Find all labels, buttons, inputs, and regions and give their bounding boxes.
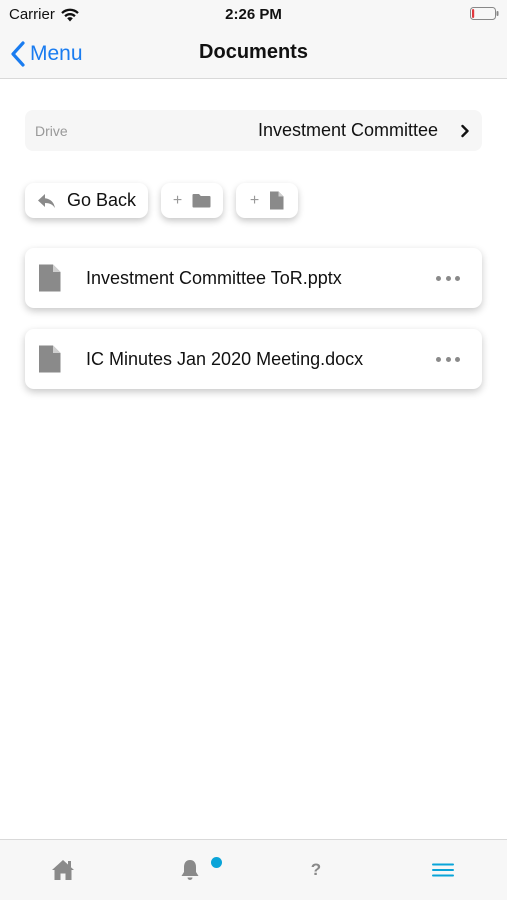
tab-bar: ? bbox=[0, 839, 507, 900]
file-icon bbox=[270, 191, 284, 210]
file-item[interactable]: IC Minutes Jan 2020 Meeting.docx bbox=[25, 329, 482, 389]
bell-icon bbox=[181, 860, 199, 880]
dot bbox=[455, 356, 460, 362]
file-name: IC Minutes Jan 2020 Meeting.docx bbox=[86, 348, 364, 369]
drive-value: Investment Committee bbox=[257, 120, 438, 140]
tab-home[interactable] bbox=[33, 840, 93, 900]
help-icon: ? bbox=[310, 860, 322, 879]
more-options-icon[interactable] bbox=[436, 274, 460, 282]
home-icon bbox=[52, 860, 74, 880]
add-file-button[interactable]: + bbox=[236, 183, 298, 218]
navigation-bar: Menu Documents bbox=[0, 28, 507, 79]
hamburger-icon bbox=[432, 863, 454, 877]
more-options-icon[interactable] bbox=[436, 355, 460, 363]
dot bbox=[445, 275, 451, 281]
file-icon bbox=[39, 264, 61, 292]
tab-menu[interactable] bbox=[413, 840, 473, 900]
dot bbox=[436, 356, 441, 362]
battery-icon bbox=[470, 7, 499, 20]
file-name: Investment Committee ToR.pptx bbox=[86, 267, 342, 288]
go-back-label: Go Back bbox=[66, 190, 137, 210]
tab-help[interactable]: ? bbox=[286, 840, 346, 900]
status-time: 2:26 PM bbox=[225, 6, 282, 23]
chevron-right-icon bbox=[461, 124, 469, 137]
reply-icon bbox=[37, 193, 55, 208]
back-button-label: Menu bbox=[30, 42, 83, 65]
dot bbox=[436, 275, 441, 281]
chevron-left-icon bbox=[11, 41, 25, 67]
dot bbox=[455, 275, 460, 281]
go-back-button[interactable]: Go Back bbox=[25, 183, 148, 218]
file-icon bbox=[39, 345, 61, 373]
status-bar: Carrier 2:26 PM bbox=[0, 0, 507, 28]
drive-label: Drive bbox=[35, 122, 68, 139]
notification-badge bbox=[211, 857, 222, 868]
file-item[interactable]: Investment Committee ToR.pptx bbox=[25, 248, 482, 308]
add-folder-button[interactable]: + bbox=[161, 183, 223, 218]
plus-label: + bbox=[249, 191, 260, 209]
back-button[interactable]: Menu bbox=[10, 40, 83, 68]
tab-notifications[interactable] bbox=[160, 840, 220, 900]
drive-selector[interactable]: Drive Investment Committee bbox=[25, 110, 482, 151]
dot bbox=[445, 356, 451, 362]
plus-label: + bbox=[172, 191, 183, 209]
folder-icon bbox=[192, 194, 211, 208]
